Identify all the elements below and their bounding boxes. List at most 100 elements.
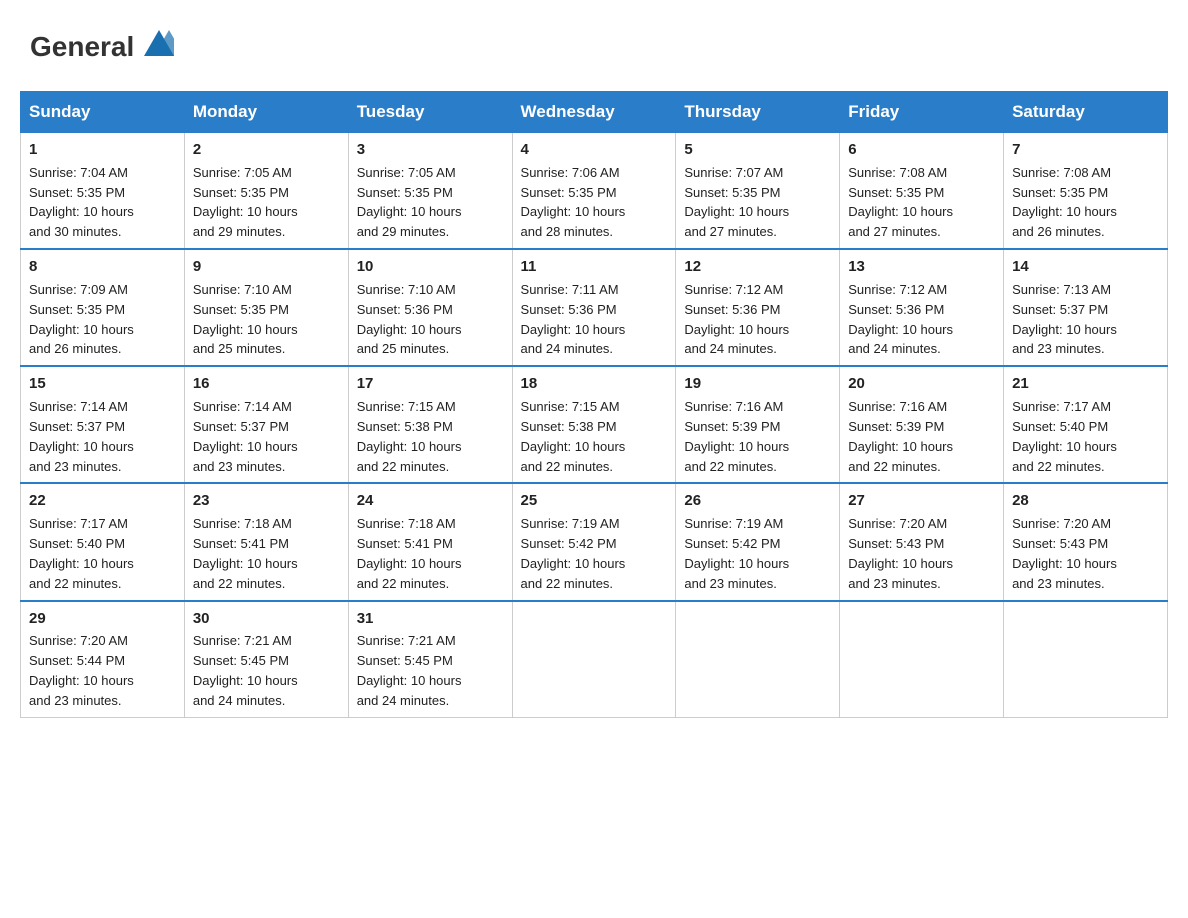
day-info: Sunrise: 7:06 AMSunset: 5:35 PMDaylight:…	[521, 165, 626, 240]
day-number: 26	[684, 490, 831, 512]
day-of-week-monday: Monday	[184, 92, 348, 133]
day-number: 19	[684, 373, 831, 395]
day-number: 4	[521, 139, 668, 161]
calendar-cell: 9 Sunrise: 7:10 AMSunset: 5:35 PMDayligh…	[184, 249, 348, 366]
day-number: 21	[1012, 373, 1159, 395]
calendar-cell: 20 Sunrise: 7:16 AMSunset: 5:39 PMDaylig…	[840, 366, 1004, 483]
calendar-cell: 22 Sunrise: 7:17 AMSunset: 5:40 PMDaylig…	[21, 483, 185, 600]
day-info: Sunrise: 7:04 AMSunset: 5:35 PMDaylight:…	[29, 165, 134, 240]
calendar-cell: 14 Sunrise: 7:13 AMSunset: 5:37 PMDaylig…	[1004, 249, 1168, 366]
calendar-cell	[512, 601, 676, 718]
calendar-cell: 23 Sunrise: 7:18 AMSunset: 5:41 PMDaylig…	[184, 483, 348, 600]
calendar-cell: 24 Sunrise: 7:18 AMSunset: 5:41 PMDaylig…	[348, 483, 512, 600]
day-info: Sunrise: 7:15 AMSunset: 5:38 PMDaylight:…	[357, 399, 462, 474]
calendar-cell: 30 Sunrise: 7:21 AMSunset: 5:45 PMDaylig…	[184, 601, 348, 718]
day-number: 25	[521, 490, 668, 512]
calendar-cell: 5 Sunrise: 7:07 AMSunset: 5:35 PMDayligh…	[676, 133, 840, 250]
logo-general-text: General	[30, 30, 174, 61]
calendar-cell: 29 Sunrise: 7:20 AMSunset: 5:44 PMDaylig…	[21, 601, 185, 718]
day-number: 3	[357, 139, 504, 161]
day-number: 2	[193, 139, 340, 161]
day-number: 9	[193, 256, 340, 278]
calendar-cell: 8 Sunrise: 7:09 AMSunset: 5:35 PMDayligh…	[21, 249, 185, 366]
day-info: Sunrise: 7:05 AMSunset: 5:35 PMDaylight:…	[193, 165, 298, 240]
calendar-cell: 27 Sunrise: 7:20 AMSunset: 5:43 PMDaylig…	[840, 483, 1004, 600]
day-number: 24	[357, 490, 504, 512]
calendar-cell: 31 Sunrise: 7:21 AMSunset: 5:45 PMDaylig…	[348, 601, 512, 718]
day-info: Sunrise: 7:17 AMSunset: 5:40 PMDaylight:…	[29, 516, 134, 591]
day-info: Sunrise: 7:20 AMSunset: 5:43 PMDaylight:…	[1012, 516, 1117, 591]
calendar-cell	[840, 601, 1004, 718]
page-header: General	[20, 20, 1168, 71]
day-info: Sunrise: 7:07 AMSunset: 5:35 PMDaylight:…	[684, 165, 789, 240]
day-number: 14	[1012, 256, 1159, 278]
calendar-table: SundayMondayTuesdayWednesdayThursdayFrid…	[20, 91, 1168, 718]
day-info: Sunrise: 7:10 AMSunset: 5:35 PMDaylight:…	[193, 282, 298, 357]
day-number: 1	[29, 139, 176, 161]
calendar-cell: 10 Sunrise: 7:10 AMSunset: 5:36 PMDaylig…	[348, 249, 512, 366]
calendar-cell: 7 Sunrise: 7:08 AMSunset: 5:35 PMDayligh…	[1004, 133, 1168, 250]
day-of-week-wednesday: Wednesday	[512, 92, 676, 133]
day-info: Sunrise: 7:19 AMSunset: 5:42 PMDaylight:…	[684, 516, 789, 591]
day-number: 10	[357, 256, 504, 278]
day-number: 7	[1012, 139, 1159, 161]
calendar-cell: 28 Sunrise: 7:20 AMSunset: 5:43 PMDaylig…	[1004, 483, 1168, 600]
day-of-week-tuesday: Tuesday	[348, 92, 512, 133]
day-number: 6	[848, 139, 995, 161]
day-number: 18	[521, 373, 668, 395]
calendar-cell: 17 Sunrise: 7:15 AMSunset: 5:38 PMDaylig…	[348, 366, 512, 483]
day-info: Sunrise: 7:13 AMSunset: 5:37 PMDaylight:…	[1012, 282, 1117, 357]
calendar-cell: 19 Sunrise: 7:16 AMSunset: 5:39 PMDaylig…	[676, 366, 840, 483]
day-info: Sunrise: 7:16 AMSunset: 5:39 PMDaylight:…	[684, 399, 789, 474]
calendar-header-row: SundayMondayTuesdayWednesdayThursdayFrid…	[21, 92, 1168, 133]
day-info: Sunrise: 7:15 AMSunset: 5:38 PMDaylight:…	[521, 399, 626, 474]
day-number: 16	[193, 373, 340, 395]
day-info: Sunrise: 7:14 AMSunset: 5:37 PMDaylight:…	[29, 399, 134, 474]
day-info: Sunrise: 7:09 AMSunset: 5:35 PMDaylight:…	[29, 282, 134, 357]
calendar-week-row: 29 Sunrise: 7:20 AMSunset: 5:44 PMDaylig…	[21, 601, 1168, 718]
day-number: 11	[521, 256, 668, 278]
calendar-week-row: 22 Sunrise: 7:17 AMSunset: 5:40 PMDaylig…	[21, 483, 1168, 600]
day-number: 27	[848, 490, 995, 512]
day-number: 28	[1012, 490, 1159, 512]
calendar-cell: 2 Sunrise: 7:05 AMSunset: 5:35 PMDayligh…	[184, 133, 348, 250]
calendar-cell: 11 Sunrise: 7:11 AMSunset: 5:36 PMDaylig…	[512, 249, 676, 366]
calendar-cell: 6 Sunrise: 7:08 AMSunset: 5:35 PMDayligh…	[840, 133, 1004, 250]
calendar-cell	[676, 601, 840, 718]
day-info: Sunrise: 7:16 AMSunset: 5:39 PMDaylight:…	[848, 399, 953, 474]
day-number: 23	[193, 490, 340, 512]
calendar-cell: 3 Sunrise: 7:05 AMSunset: 5:35 PMDayligh…	[348, 133, 512, 250]
day-info: Sunrise: 7:20 AMSunset: 5:44 PMDaylight:…	[29, 633, 134, 708]
calendar-cell: 21 Sunrise: 7:17 AMSunset: 5:40 PMDaylig…	[1004, 366, 1168, 483]
day-number: 13	[848, 256, 995, 278]
day-info: Sunrise: 7:17 AMSunset: 5:40 PMDaylight:…	[1012, 399, 1117, 474]
calendar-week-row: 1 Sunrise: 7:04 AMSunset: 5:35 PMDayligh…	[21, 133, 1168, 250]
day-number: 17	[357, 373, 504, 395]
day-info: Sunrise: 7:21 AMSunset: 5:45 PMDaylight:…	[357, 633, 462, 708]
day-info: Sunrise: 7:18 AMSunset: 5:41 PMDaylight:…	[193, 516, 298, 591]
day-info: Sunrise: 7:12 AMSunset: 5:36 PMDaylight:…	[848, 282, 953, 357]
day-info: Sunrise: 7:14 AMSunset: 5:37 PMDaylight:…	[193, 399, 298, 474]
day-number: 29	[29, 608, 176, 630]
calendar-cell: 25 Sunrise: 7:19 AMSunset: 5:42 PMDaylig…	[512, 483, 676, 600]
logo: General	[30, 30, 174, 61]
day-of-week-sunday: Sunday	[21, 92, 185, 133]
day-info: Sunrise: 7:05 AMSunset: 5:35 PMDaylight:…	[357, 165, 462, 240]
day-info: Sunrise: 7:11 AMSunset: 5:36 PMDaylight:…	[521, 282, 626, 357]
day-number: 22	[29, 490, 176, 512]
day-number: 8	[29, 256, 176, 278]
day-of-week-thursday: Thursday	[676, 92, 840, 133]
day-info: Sunrise: 7:08 AMSunset: 5:35 PMDaylight:…	[1012, 165, 1117, 240]
day-info: Sunrise: 7:12 AMSunset: 5:36 PMDaylight:…	[684, 282, 789, 357]
day-number: 30	[193, 608, 340, 630]
calendar-cell	[1004, 601, 1168, 718]
day-info: Sunrise: 7:10 AMSunset: 5:36 PMDaylight:…	[357, 282, 462, 357]
calendar-cell: 1 Sunrise: 7:04 AMSunset: 5:35 PMDayligh…	[21, 133, 185, 250]
day-info: Sunrise: 7:20 AMSunset: 5:43 PMDaylight:…	[848, 516, 953, 591]
day-number: 12	[684, 256, 831, 278]
calendar-cell: 12 Sunrise: 7:12 AMSunset: 5:36 PMDaylig…	[676, 249, 840, 366]
day-info: Sunrise: 7:21 AMSunset: 5:45 PMDaylight:…	[193, 633, 298, 708]
day-info: Sunrise: 7:18 AMSunset: 5:41 PMDaylight:…	[357, 516, 462, 591]
day-number: 20	[848, 373, 995, 395]
calendar-cell: 26 Sunrise: 7:19 AMSunset: 5:42 PMDaylig…	[676, 483, 840, 600]
